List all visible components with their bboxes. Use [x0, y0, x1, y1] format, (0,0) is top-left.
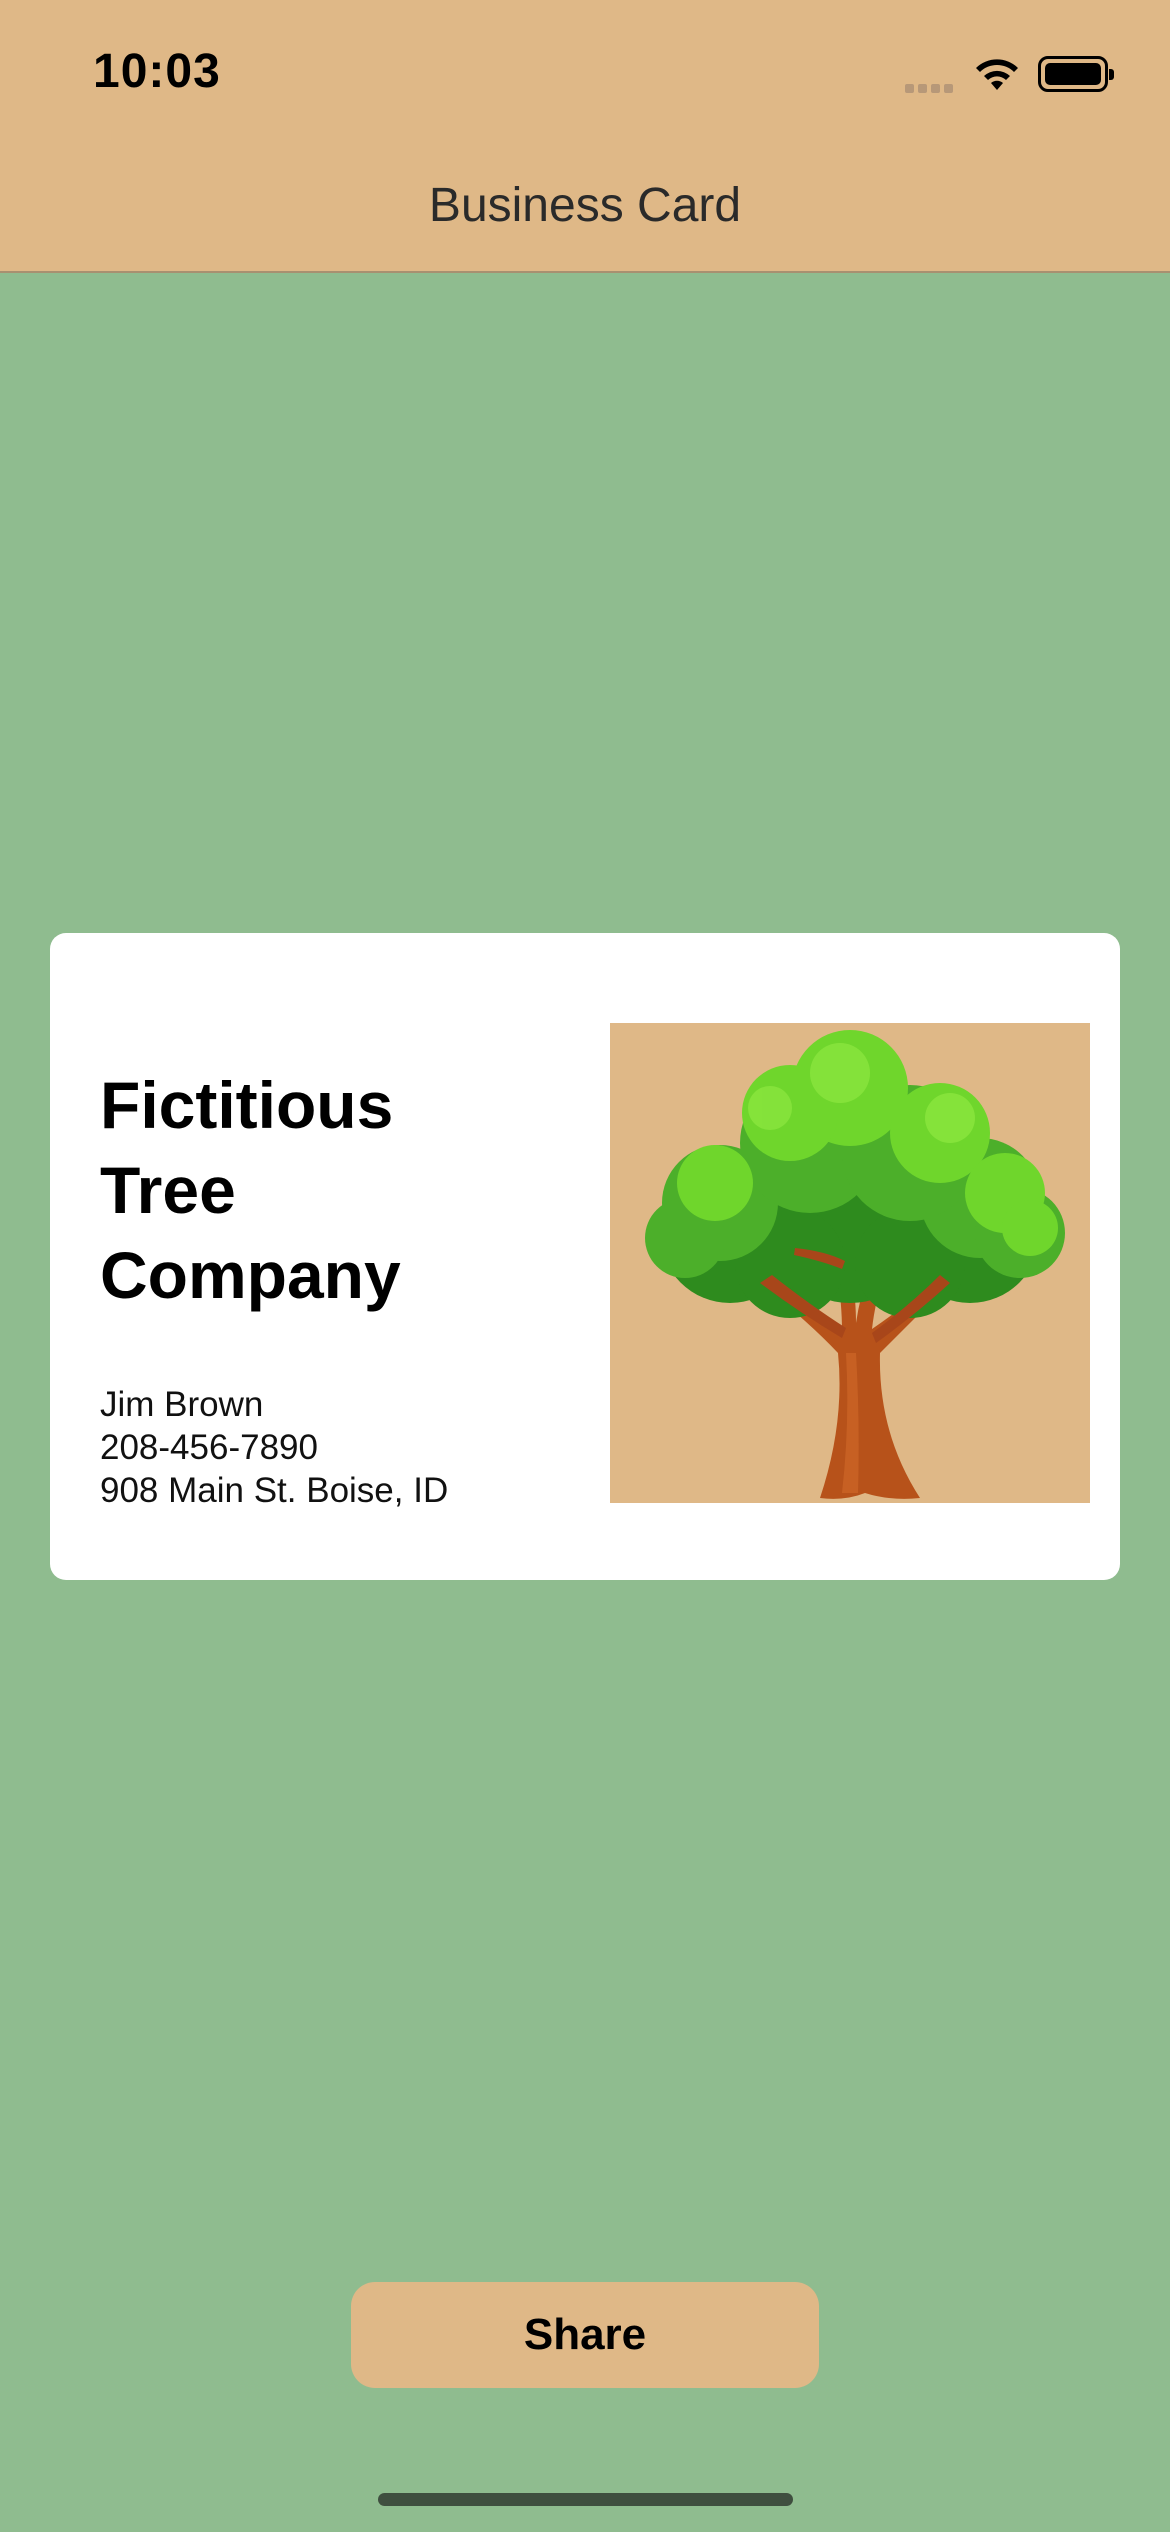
contact-address: 908 Main St. Boise, ID: [100, 1471, 449, 1510]
share-button[interactable]: Share: [351, 2282, 819, 2388]
cellular-signal-icon: [905, 80, 957, 93]
company-name-line-2: Tree: [100, 1153, 236, 1227]
contact-name: Jim Brown: [100, 1385, 264, 1424]
status-time: 10:03: [93, 45, 221, 98]
company-name: Fictitious Tree Company: [100, 1063, 520, 1318]
navigation-header: 10:03 Business Card: [0, 0, 1170, 273]
company-name-line-1: Fictitious: [100, 1068, 394, 1142]
contact-phone: 208-456-7890: [100, 1428, 318, 1467]
tree-image: [645, 1030, 1065, 1499]
battery-icon: [1038, 56, 1114, 92]
business-card: Fictitious Tree Company Jim Brown 208-45…: [50, 933, 1120, 1580]
home-indicator: [378, 2493, 793, 2506]
company-name-line-3: Company: [100, 1238, 401, 1312]
contact-info: Jim Brown 208-456-7890 908 Main St. Bois…: [100, 1383, 448, 1512]
page-title: Business Card: [428, 179, 742, 232]
wifi-icon: [976, 59, 1018, 90]
